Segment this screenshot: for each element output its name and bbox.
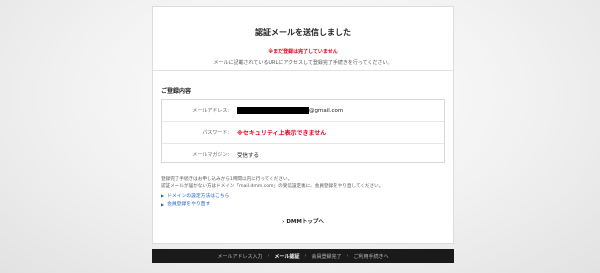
triangle-right-icon: ▶	[161, 201, 165, 207]
email-domain: @gmail.com	[309, 107, 344, 114]
email-label: メールアドレス:	[192, 108, 229, 114]
redo-registration-link[interactable]: ▶ 会員登録をやり直す	[161, 201, 445, 209]
domain-settings-link[interactable]: ▶ ドメインの設定方法はこちら	[161, 193, 445, 201]
newsletter-label: メールマガジン:	[192, 152, 229, 158]
note-time-limit: 登録完了手続きはお申し込みから1時間以内に行ってください。	[161, 177, 293, 182]
step-usage-procedure: ご利用手続きへ	[353, 253, 389, 260]
note-domain-setting: 認証メールが届かない方はドメイン「mail.dmm.com」の受信設定後に、会員…	[161, 183, 384, 189]
step-registration-complete: 会員登録完了	[311, 253, 342, 260]
warning-text: ※まだ登録は完了していません	[268, 49, 338, 55]
help-links: ▶ ドメインの設定方法はこちら ▶ 会員登録をやり直す	[161, 193, 445, 209]
step-mail-auth: メール認証	[274, 253, 300, 260]
domain-settings-link-label: ドメインの設定方法はこちら	[167, 193, 230, 199]
dmm-top-link-label: DMMトップへ	[286, 219, 324, 226]
password-row: パスワード: ※セキュリティ上表示できません	[162, 122, 444, 144]
password-label: パスワード:	[202, 130, 229, 136]
email-value: @gmail.com	[237, 107, 343, 114]
section-title: ご登録内容	[161, 88, 192, 95]
registration-details-box: メールアドレス: @gmail.com パスワード: ※セキュリティ上表示できま…	[161, 99, 445, 163]
dmm-top-link[interactable]: › DMMトップへ	[161, 217, 445, 225]
redo-registration-link-label: 会員登録をやり直す	[167, 201, 211, 207]
progress-steps: メールアドレス入力 › メール認証 › 会員登録完了 › ご利用手続きへ	[152, 249, 454, 263]
page-title: 認証メールを送信しました	[255, 28, 351, 37]
chevron-right-icon: ›	[282, 219, 285, 226]
password-value: ※セキュリティ上表示できません	[237, 130, 327, 137]
description-text: メールに記載されているURLにアクセスして登録完了手続きを行ってください。	[213, 60, 393, 66]
step-email-input: メールアドレス入力	[217, 253, 263, 260]
email-row: メールアドレス: @gmail.com	[162, 100, 444, 122]
triangle-right-icon: ▶	[161, 193, 165, 199]
registration-section: ご登録内容 メールアドレス: @gmail.com パスワード: ※セキュリティ…	[153, 86, 453, 225]
confirmation-card: 認証メールを送信しました ※まだ登録は完了していません メールに記載されているU…	[152, 6, 454, 244]
card-header: 認証メールを送信しました ※まだ登録は完了していません メールに記載されているU…	[153, 7, 453, 71]
redacted-email-block	[237, 107, 309, 114]
notes: 登録完了手続きはお申し込みから1時間以内に行ってください。 認証メールが届かない…	[161, 177, 445, 191]
newsletter-row: メールマガジン: 受信する	[162, 144, 444, 165]
newsletter-value: 受信する	[237, 152, 260, 159]
